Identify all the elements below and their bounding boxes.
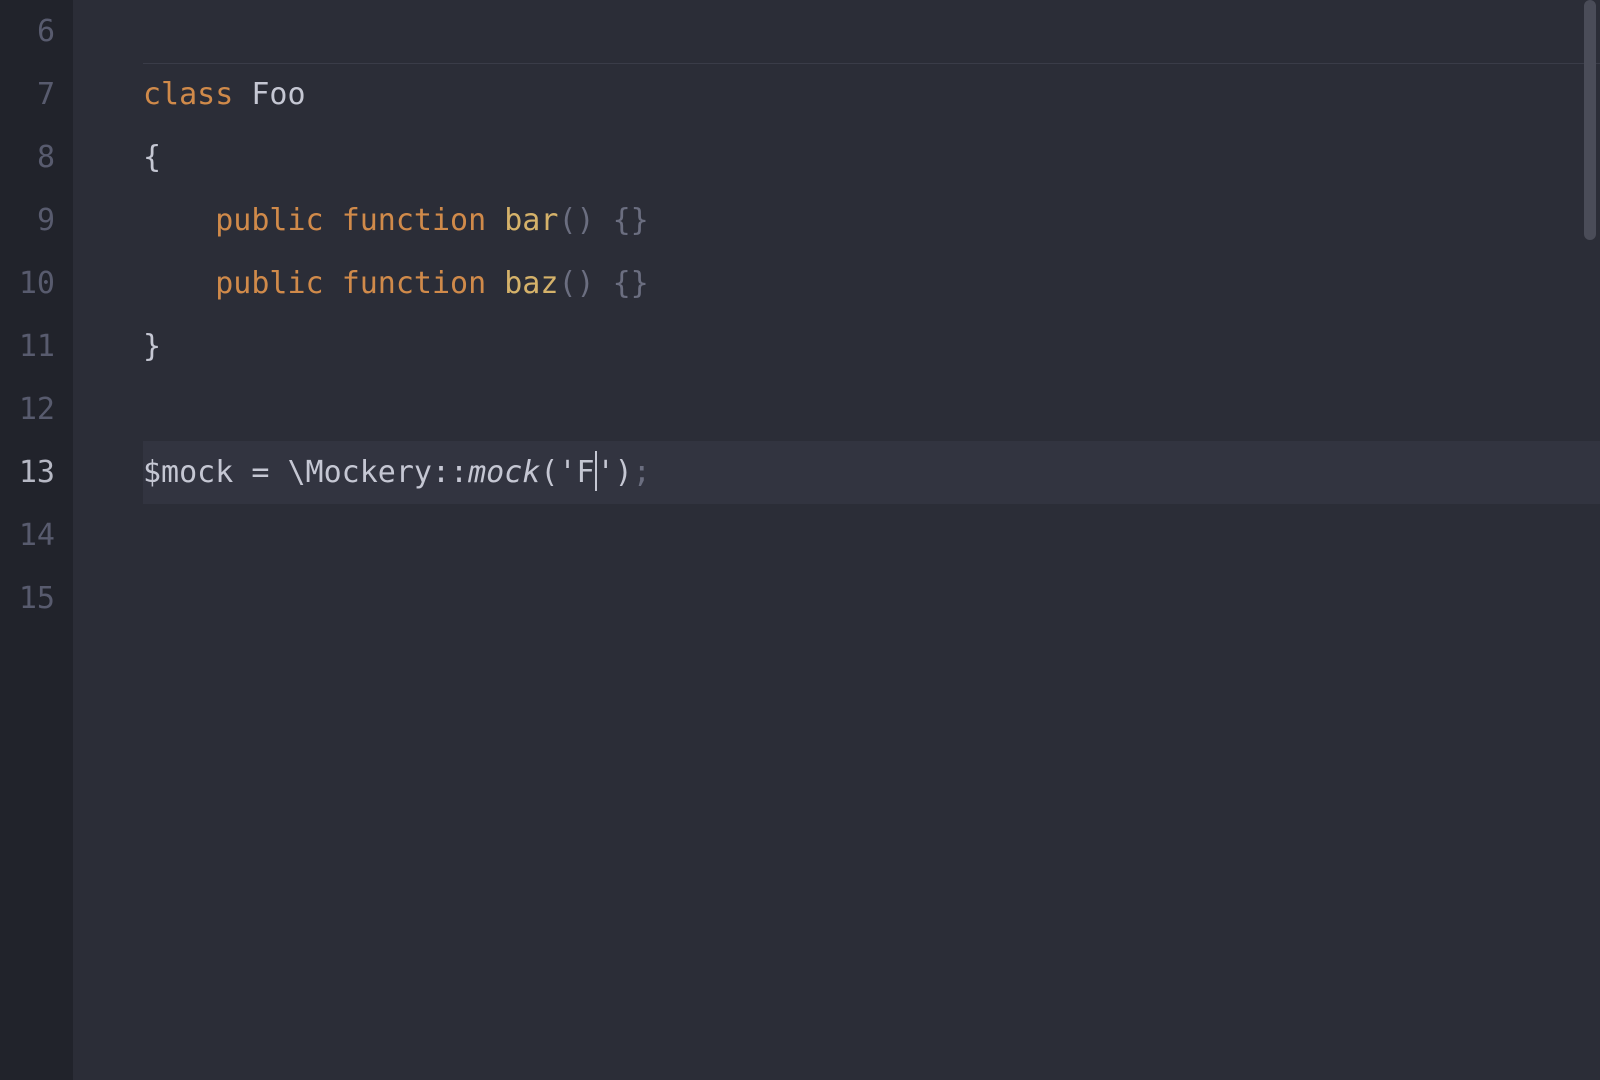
keyword-function: function — [342, 203, 487, 238]
code-line[interactable] — [143, 378, 1600, 441]
scrollbar-thumb[interactable] — [1584, 0, 1596, 240]
line-number[interactable]: 9 — [0, 189, 73, 252]
keyword-public: public — [215, 203, 323, 238]
code-line[interactable] — [143, 0, 1600, 63]
class-name: Foo — [251, 77, 305, 112]
line-number-gutter: 6 7 8 9 10 11 12 13 14 15 — [0, 0, 73, 1080]
static-method: mock — [468, 455, 540, 490]
code-line[interactable]: { — [143, 126, 1600, 189]
parens: () — [558, 203, 594, 238]
function-name: bar — [504, 203, 558, 238]
string-content: F — [577, 455, 595, 490]
string-quote: ' — [558, 455, 576, 490]
code-line[interactable]: class Foo — [143, 63, 1600, 126]
line-number[interactable]: 6 — [0, 0, 73, 63]
line-number[interactable]: 15 — [0, 567, 73, 630]
paren-open: ( — [540, 455, 558, 490]
line-number[interactable]: 8 — [0, 126, 73, 189]
parens: () — [558, 266, 594, 301]
paren-close: ) — [615, 455, 633, 490]
line-number[interactable]: 14 — [0, 504, 73, 567]
keyword-class: class — [143, 77, 233, 112]
code-line[interactable]: } — [143, 315, 1600, 378]
brace-open: { — [143, 140, 161, 175]
brace-close: } — [143, 329, 161, 364]
line-number-active[interactable]: 13 — [0, 441, 73, 504]
double-colon: :: — [432, 455, 468, 490]
braces: {} — [613, 266, 649, 301]
line-number[interactable]: 10 — [0, 252, 73, 315]
keyword-function: function — [342, 266, 487, 301]
namespace: \Mockery — [288, 455, 433, 490]
string-quote: ' — [597, 455, 615, 490]
line-number[interactable]: 12 — [0, 378, 73, 441]
keyword-public: public — [215, 266, 323, 301]
gutter-margin — [73, 0, 143, 1080]
code-line[interactable]: public function baz() {} — [143, 252, 1600, 315]
braces: {} — [613, 203, 649, 238]
function-name: baz — [504, 266, 558, 301]
code-line[interactable]: public function bar() {} — [143, 189, 1600, 252]
line-number[interactable]: 11 — [0, 315, 73, 378]
code-editor[interactable]: class Foo { public function bar() {} pub… — [143, 0, 1600, 1080]
semicolon: ; — [633, 455, 651, 490]
code-line[interactable] — [143, 504, 1600, 567]
variable: $mock — [143, 455, 233, 490]
operator-assign: = — [251, 455, 269, 490]
scrollbar-vertical[interactable] — [1580, 0, 1600, 1080]
code-line[interactable] — [143, 567, 1600, 630]
code-line-active[interactable]: $mock = \Mockery::mock('F'); — [143, 441, 1600, 504]
line-number[interactable]: 7 — [0, 63, 73, 126]
